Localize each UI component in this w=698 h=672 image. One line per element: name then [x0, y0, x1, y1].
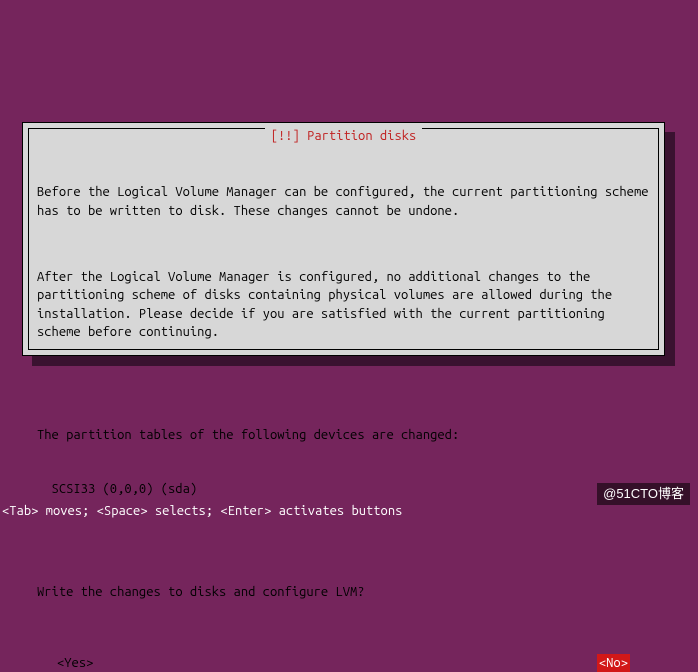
- no-button[interactable]: <No>: [597, 654, 630, 672]
- dialog-title: [!!] Partition disks: [265, 127, 423, 145]
- devices-heading: The partition tables of the following de…: [37, 426, 650, 444]
- dialog-buttons: <Yes> <No>: [37, 654, 650, 672]
- watermark: @51CTO博客: [597, 483, 690, 505]
- device-item: SCSI33 (0,0,0) (sda): [37, 480, 650, 498]
- partition-dialog: [!!] Partition disks Before the Logical …: [22, 122, 665, 356]
- dialog-title-wrap: [!!] Partition disks: [29, 127, 658, 145]
- dialog-body: Before the Logical Volume Manager can be…: [37, 147, 650, 650]
- paragraph-2: After the Logical Volume Manager is conf…: [37, 268, 650, 341]
- dialog-inner: [!!] Partition disks Before the Logical …: [28, 128, 659, 350]
- prompt: Write the changes to disks and configure…: [37, 583, 650, 601]
- paragraph-1: Before the Logical Volume Manager can be…: [37, 183, 650, 219]
- yes-button[interactable]: <Yes>: [57, 654, 93, 672]
- help-bar: <Tab> moves; <Space> selects; <Enter> ac…: [2, 502, 402, 520]
